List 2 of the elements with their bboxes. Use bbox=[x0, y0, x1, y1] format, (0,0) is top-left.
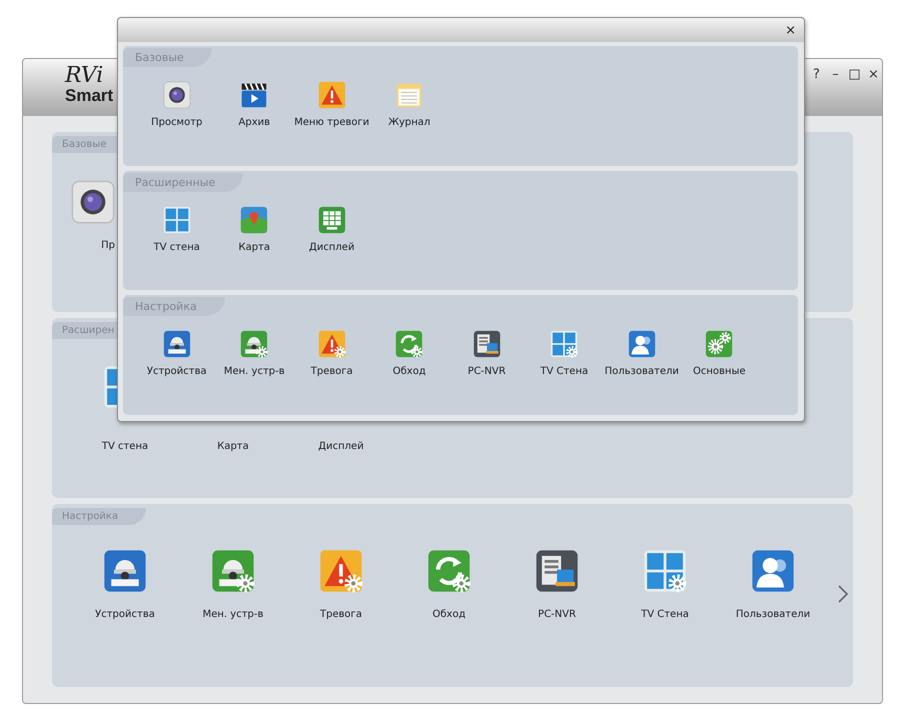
logo-text: Smart bbox=[65, 87, 114, 104]
logo-text: RVi bbox=[65, 65, 104, 87]
